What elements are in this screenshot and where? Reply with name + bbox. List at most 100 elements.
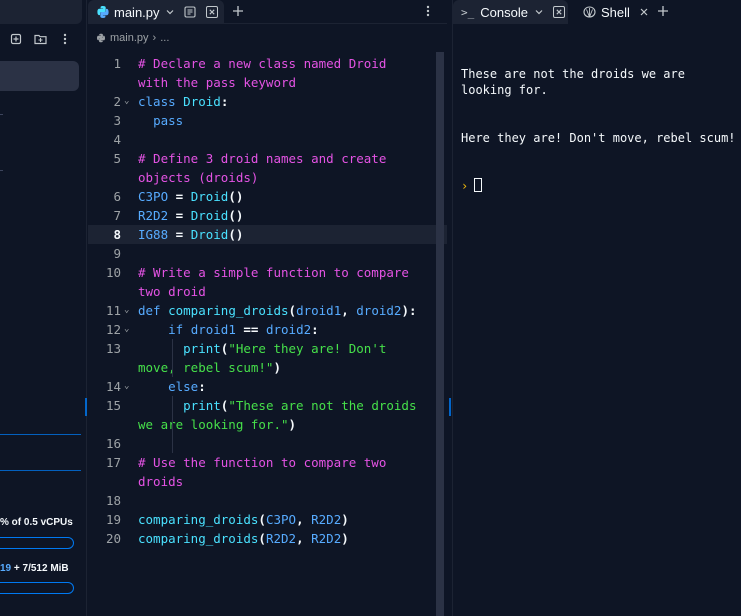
line-number: 17	[105, 455, 121, 470]
cpu-usage-bar	[0, 537, 74, 549]
code-line[interactable]: 18	[88, 491, 447, 510]
line-number: 15	[105, 398, 121, 413]
tab-main-py[interactable]: main.py	[88, 0, 224, 24]
code-line[interactable]: 16	[88, 434, 447, 453]
close-tab-icon[interactable]	[552, 6, 565, 18]
fold-chevron-icon[interactable]: ⌄	[124, 377, 129, 396]
code-line[interactable]: we are looking for.")	[88, 415, 447, 434]
panel-divider	[0, 470, 81, 471]
close-tab-icon[interactable]	[205, 6, 218, 18]
breadcrumb-separator: ›	[152, 32, 157, 44]
pane-resize-handle[interactable]	[85, 398, 87, 416]
terminal-icon: >_	[461, 5, 475, 19]
fold-chevron-icon[interactable]: ⌄	[124, 92, 129, 111]
new-folder-icon[interactable]	[32, 33, 48, 49]
breadcrumb-more[interactable]: ...	[160, 32, 169, 44]
chevron-down-icon[interactable]	[535, 9, 543, 15]
code-line[interactable]: 8 IG88 = Droid()	[88, 225, 447, 244]
memory-usage-total: + 7/512 MiB	[11, 563, 69, 574]
line-number: 20	[105, 531, 121, 546]
console-prompt-line[interactable]: ›	[461, 178, 741, 194]
code-line[interactable]: droids	[88, 472, 447, 491]
cpu-usage-label: % of 0.5 vCPUs	[0, 517, 73, 528]
new-tab-icon[interactable]	[657, 5, 669, 17]
console-line: These are not the droids we are looking …	[461, 67, 693, 97]
code-text: def comparing_droids(droid1, droid2):	[138, 303, 417, 318]
tab-shell-label: Shell	[601, 4, 630, 20]
line-number: 13	[105, 341, 121, 356]
code-line[interactable]: 3 pass	[88, 111, 447, 130]
code-line[interactable]: 7 R2D2 = Droid()	[88, 206, 447, 225]
line-number: 19	[105, 512, 121, 527]
line-number: 10	[105, 265, 121, 280]
console-line: Here they are! Don't move, rebel scum!	[461, 131, 736, 145]
code-text: # Declare a new class named Droid	[138, 56, 387, 71]
more-options-icon[interactable]	[57, 33, 73, 49]
tab-console-label: Console	[480, 4, 528, 20]
indent-guide	[172, 339, 173, 377]
fold-chevron-icon[interactable]: ⌄	[124, 301, 129, 320]
line-number: 1	[113, 56, 121, 71]
code-line[interactable]: 14 ⌄ else:	[88, 377, 447, 396]
tab-label: main.py	[114, 4, 160, 20]
code-line[interactable]: 15 print("These are not the droids	[88, 396, 447, 415]
line-number: 2	[113, 94, 121, 109]
code-text: droids	[138, 474, 184, 489]
line-number: 6	[113, 189, 121, 204]
line-number: 9	[113, 246, 121, 261]
code-line[interactable]: 20 comparing_droids(R2D2, R2D2)	[88, 529, 447, 548]
code-text: we are looking for.")	[138, 417, 297, 432]
code-text: with the pass keyword	[138, 75, 297, 90]
new-file-icon[interactable]	[8, 33, 24, 49]
files-sidebar: % of 0.5 vCPUs 19 + 7/512 MiB	[0, 0, 87, 616]
console-output[interactable]: These are not the droids we are looking …	[461, 34, 741, 226]
code-line[interactable]: 19 comparing_droids(C3PO, R2D2)	[88, 510, 447, 529]
code-editor-pane: main.py main.py › ... 1 # Declare a new c…	[88, 0, 447, 616]
code-line[interactable]: objects (droids)	[88, 168, 447, 187]
line-number: 12	[105, 322, 121, 337]
memory-usage-bar	[0, 582, 74, 594]
panel-divider	[0, 434, 81, 435]
selected-file-row[interactable]	[0, 61, 79, 91]
code-line[interactable]: 17 # Use the function to compare two	[88, 453, 447, 472]
code-line[interactable]: move, rebel scum!")	[88, 358, 447, 377]
new-tab-icon[interactable]	[232, 5, 244, 17]
code-line[interactable]: 10 # Write a simple function to compare	[88, 263, 447, 282]
code-area[interactable]: 1 # Declare a new class named Droid with t…	[88, 54, 447, 548]
tab-shell[interactable]: Shell	[575, 0, 648, 24]
tab-console[interactable]: >_ Console	[453, 0, 568, 24]
memory-usage-label: 19 + 7/512 MiB	[0, 563, 69, 574]
code-line[interactable]: 1 # Declare a new class named Droid	[88, 54, 447, 73]
code-text: # Write a simple function to compare	[138, 265, 409, 280]
chevron-down-icon[interactable]	[166, 9, 174, 15]
code-text: R2D2 = Droid()	[138, 208, 244, 223]
code-line[interactable]: 5 # Define 3 droid names and create	[88, 149, 447, 168]
editor-scrollbar[interactable]	[436, 52, 444, 616]
line-number: 14	[105, 379, 121, 394]
line-number: 5	[113, 151, 121, 166]
pane-menu-icon[interactable]	[426, 5, 430, 17]
editor-tab-bar: main.py	[88, 0, 447, 24]
memory-usage-value: 19	[0, 563, 12, 574]
preview-icon[interactable]	[183, 6, 196, 18]
code-line[interactable]: two droid	[88, 282, 447, 301]
code-line[interactable]: 2 ⌄ class Droid:	[88, 92, 447, 111]
code-line[interactable]: 13 print("Here they are! Don't	[88, 339, 447, 358]
close-icon[interactable]	[640, 8, 648, 16]
code-text: two droid	[138, 284, 206, 299]
code-text: # Use the function to compare two	[138, 455, 387, 470]
code-line[interactable]: 6 C3PO = Droid()	[88, 187, 447, 206]
code-line[interactable]: 11 ⌄ def comparing_droids(droid1, droid2):	[88, 301, 447, 320]
breadcrumb-file[interactable]: main.py	[110, 32, 149, 44]
line-number: 16	[105, 436, 121, 451]
code-line[interactable]: with the pass keyword	[88, 73, 447, 92]
fold-chevron-icon[interactable]: ⌄	[124, 320, 129, 339]
line-number: 4	[113, 132, 121, 147]
pane-resize-handle[interactable]	[449, 398, 451, 416]
python-icon	[96, 5, 110, 19]
code-text: class Droid:	[138, 94, 229, 109]
code-text: IG88 = Droid()	[138, 227, 244, 242]
code-line[interactable]: 12 ⌄ if droid1 == droid2:	[88, 320, 447, 339]
code-line[interactable]: 4	[88, 130, 447, 149]
code-line[interactable]: 9	[88, 244, 447, 263]
